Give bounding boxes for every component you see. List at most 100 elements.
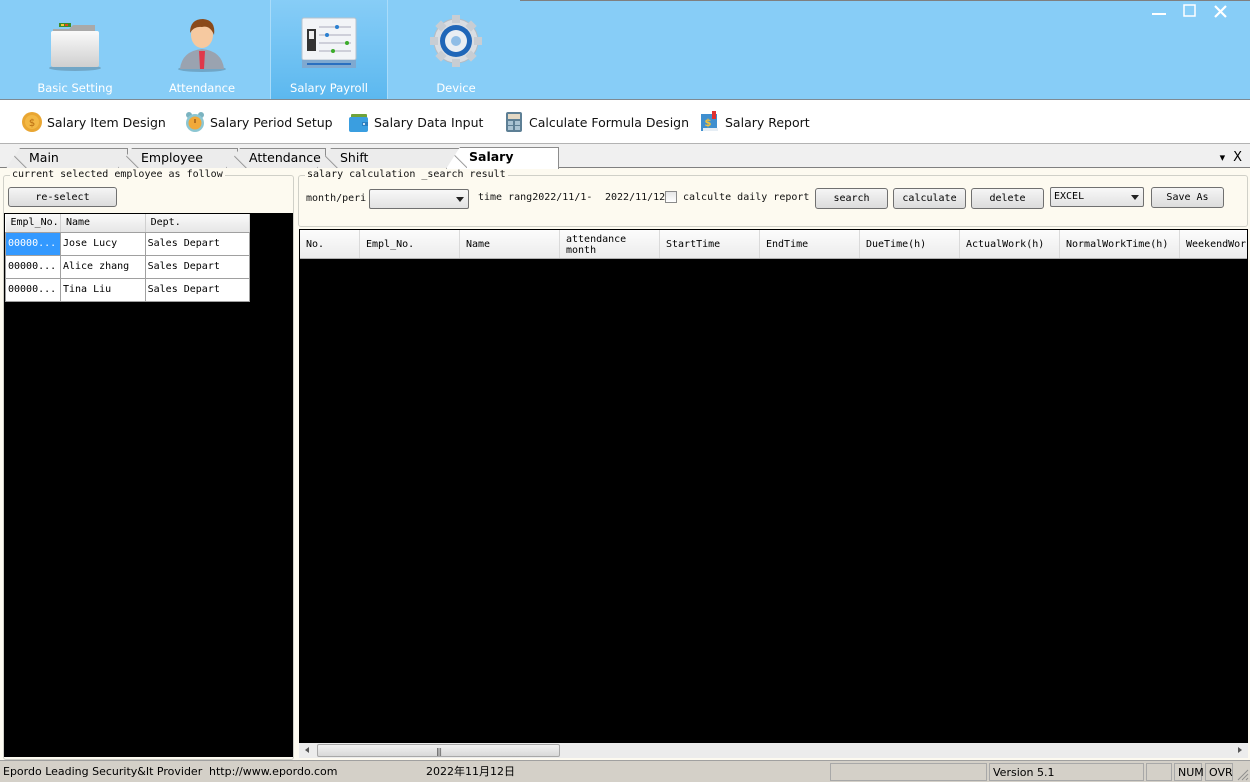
status-ovr: OVR [1205,763,1233,781]
delete-button[interactable]: delete [971,188,1044,209]
gear-icon [430,15,482,67]
grip-icon: ||| [435,747,442,756]
save-as-button[interactable]: Save As [1151,187,1224,208]
alarm-clock-icon [186,112,204,132]
cell-empl-no[interactable]: 00000... [5,277,61,302]
cell-dept[interactable]: Sales Depart [144,254,251,279]
column-header-weekend-work[interactable]: WeekendWork [1180,230,1247,258]
toolbar-label: Salary Data Input [374,114,484,130]
cell-empl-no[interactable]: 00000... [5,231,61,256]
module-device[interactable]: Device [397,0,515,99]
toolbar-label: Calculate Formula Design [529,114,690,130]
module-attendance[interactable]: Attendance [143,0,261,99]
table-row[interactable]: 00000... Tina Liu Sales Depart [5,277,251,302]
search-button[interactable]: search [815,188,888,209]
daily-report-label: calculte daily report [683,192,810,203]
cell-name[interactable]: Tina Liu [59,277,146,302]
table-row[interactable]: 00000... Alice zhang Sales Depart [5,254,251,279]
column-header-empl-no[interactable]: Empl_No. [360,230,460,258]
resize-grip-icon[interactable] [1235,767,1249,781]
close-icon[interactable] [1210,3,1232,21]
group-legend: current selected employee as follow [10,169,225,180]
calculate-button[interactable]: calculate [893,188,966,209]
tab-list-dropdown-icon[interactable]: ▾ [1220,151,1226,164]
time-range-label: time rang2022/11/1- [478,192,592,203]
scroll-left-icon[interactable] [305,747,309,753]
cell-dept[interactable]: Sales Depart [144,231,251,256]
column-header-due-time[interactable]: DueTime(h) [860,230,960,258]
status-empty-pane [830,763,987,781]
column-header-actual-work[interactable]: ActualWork(h) [960,230,1060,258]
person-icon [178,19,226,72]
tab-salary-report[interactable]: Salary Report [446,147,559,169]
module-ribbon: Basic Setting Attendance Salary Payroll … [0,0,1250,100]
toolbar-salary-period-setup[interactable]: Salary Period Setup [184,110,333,134]
scroll-right-icon[interactable] [1238,747,1242,753]
status-bar: Epordo Leading Security&It Provider http… [0,760,1250,782]
document-tabs: Main Interface Employee Info Attendance … [0,145,1250,169]
module-salary-payroll[interactable]: Salary Payroll [270,0,388,99]
column-header-no[interactable]: No. [300,230,360,258]
scrollbar-thumb[interactable]: ||| [317,744,560,757]
cell-name[interactable]: Alice zhang [59,254,146,279]
status-url: http://www.epordo.com [209,765,338,778]
module-basic-setting[interactable]: Basic Setting [16,0,134,99]
reselect-button[interactable]: re-select [8,187,117,207]
tab-attendance[interactable]: Attendance [226,148,326,168]
payroll-toolbar: $ Salary Item Design Salary Period Setup… [0,100,1250,144]
chevron-down-icon [456,197,464,202]
group-legend: salary calculation _search result [305,169,508,180]
coin-icon: $ [22,112,42,132]
status-version: Version 5.1 [989,763,1144,781]
tab-employee-info[interactable]: Employee Info [118,148,238,168]
module-label: Attendance [168,81,236,95]
column-header-empl-no[interactable]: Empl_No. [5,214,61,233]
toolbar-calculate-formula-design[interactable]: Calculate Formula Design [503,110,689,134]
time-range-label-text: time rang [478,192,533,203]
table-row[interactable]: 00000... Jose Lucy Sales Depart [5,231,251,256]
tab-label: Attendance [249,150,321,165]
time-from-value[interactable]: 2022/11/1 [532,192,586,203]
cell-empl-no[interactable]: 00000... [5,254,61,279]
status-empty-pane [1146,763,1172,781]
cell-dept[interactable]: Sales Depart [144,277,251,302]
toolbar-salary-item-design[interactable]: $ Salary Item Design [21,110,166,134]
toolbar-salary-data-input[interactable]: Salary Data Input [348,110,483,134]
toolbar-label: Salary Period Setup [210,114,333,130]
result-grid-header: No. Empl_No. Name attendance month Start… [300,230,1247,259]
svg-text:$: $ [705,118,712,129]
column-header-name[interactable]: Name [60,214,146,233]
svg-text:$: $ [29,118,35,129]
export-format-value: EXCEL [1054,191,1085,202]
column-header-end-time[interactable]: EndTime [760,230,860,258]
period-select[interactable] [369,189,469,209]
tab-close-icon[interactable]: X [1233,150,1242,165]
tab-controls: ▾ X [1220,150,1242,165]
column-header-normal-work-time[interactable]: NormalWorkTime(h) [1060,230,1180,258]
column-header-attendance-month[interactable]: attendance month [560,230,660,258]
daily-report-checkbox[interactable] [665,191,677,203]
tab-shift-management[interactable]: Shift management [317,148,461,168]
maximize-icon[interactable] [1179,3,1201,21]
result-grid-background [299,229,1248,743]
period-label: month/peri [306,193,367,204]
export-format-select[interactable]: EXCEL [1050,187,1144,207]
module-label: Basic Setting [37,81,113,95]
toolbar-label: Salary Report [725,114,810,130]
toolbar-label: Salary Item Design [47,114,166,130]
time-to-value[interactable]: 2022/11/12 [605,192,665,203]
status-num: NUM [1174,763,1204,781]
module-label: Salary Payroll [290,81,368,95]
column-header-name[interactable]: Name [460,230,560,258]
employee-grid-header: Empl_No. Name Dept. [5,214,251,233]
chevron-down-icon [1131,195,1139,200]
tab-main-interface[interactable]: Main Interface [6,148,128,168]
column-header-dept[interactable]: Dept. [145,214,251,233]
toolbar-salary-report[interactable]: $ Salary Report [699,110,810,134]
minimize-icon[interactable] [1148,3,1170,21]
cell-name[interactable]: Jose Lucy [59,231,146,256]
horizontal-scrollbar[interactable]: ||| [299,743,1248,758]
payroll-panel-icon [301,17,357,68]
calculator-icon [506,112,522,132]
column-header-start-time[interactable]: StartTime [660,230,760,258]
